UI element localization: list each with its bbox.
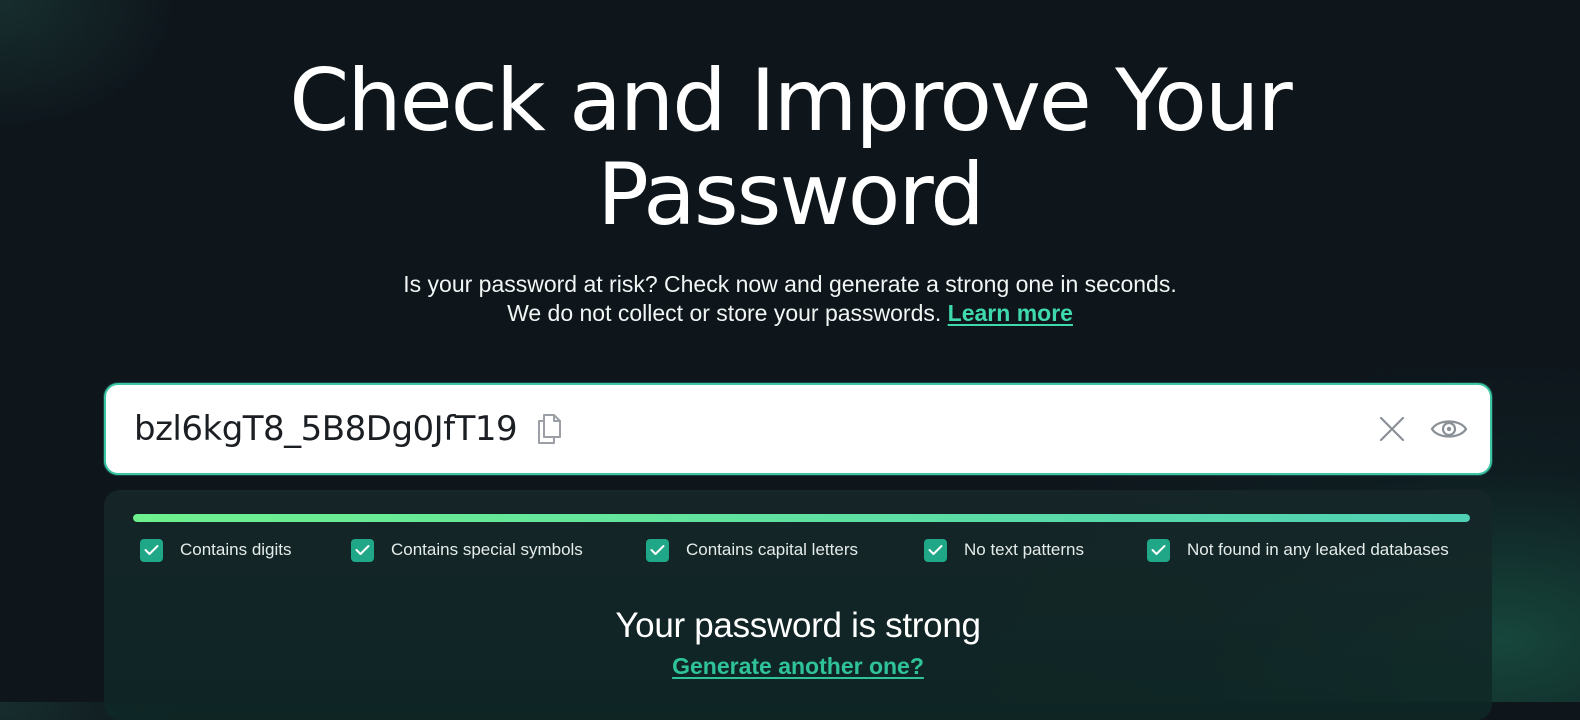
criterion-special-symbols: Contains special symbols — [351, 537, 583, 563]
page-subtitle: Is your password at risk? Check now and … — [0, 270, 1580, 328]
check-icon — [1147, 538, 1170, 562]
criterion-label: Contains digits — [180, 540, 292, 559]
password-value[interactable]: bzl6kgT8_5B8Dg0JfT19 — [134, 407, 518, 451]
subtitle-line1: Is your password at risk? Check now and … — [403, 271, 1177, 297]
eye-icon[interactable] — [1430, 415, 1468, 443]
criterion-leaked-databases: Not found in any leaked databases — [1147, 537, 1449, 563]
check-icon — [924, 538, 947, 562]
check-icon — [351, 538, 374, 562]
criterion-label: No text patterns — [964, 540, 1085, 559]
copy-icon[interactable] — [536, 413, 562, 445]
close-icon[interactable] — [1378, 415, 1406, 443]
generate-another-link[interactable]: Generate another one? — [672, 653, 924, 679]
page-title-line1: Check and Improve Your — [289, 51, 1293, 151]
strength-bar — [133, 514, 1470, 522]
check-icon — [140, 538, 163, 562]
criterion-label: Contains special symbols — [391, 540, 583, 559]
criterion-text-patterns: No text patterns — [924, 537, 1084, 563]
criterion-capital-letters: Contains capital letters — [646, 537, 858, 563]
learn-more-link[interactable]: Learn more — [948, 300, 1073, 326]
strength-bar-fill — [133, 514, 1470, 522]
criterion-digits: Contains digits — [140, 537, 292, 563]
password-input[interactable]: bzl6kgT8_5B8Dg0JfT19 — [104, 383, 1492, 475]
strength-verdict: Your password is strong — [615, 606, 981, 645]
page-title: Check and Improve Your Password — [0, 54, 1580, 242]
criterion-label: Contains capital letters — [686, 540, 858, 559]
check-icon — [646, 538, 669, 562]
page-title-line2: Password — [597, 145, 985, 245]
criterion-label: Not found in any leaked databases — [1187, 540, 1449, 559]
result-panel: Contains digits Contains special symbols… — [104, 490, 1492, 720]
subtitle-line2: We do not collect or store your password… — [507, 300, 942, 326]
criteria-list: Contains digits Contains special symbols… — [140, 537, 1480, 563]
